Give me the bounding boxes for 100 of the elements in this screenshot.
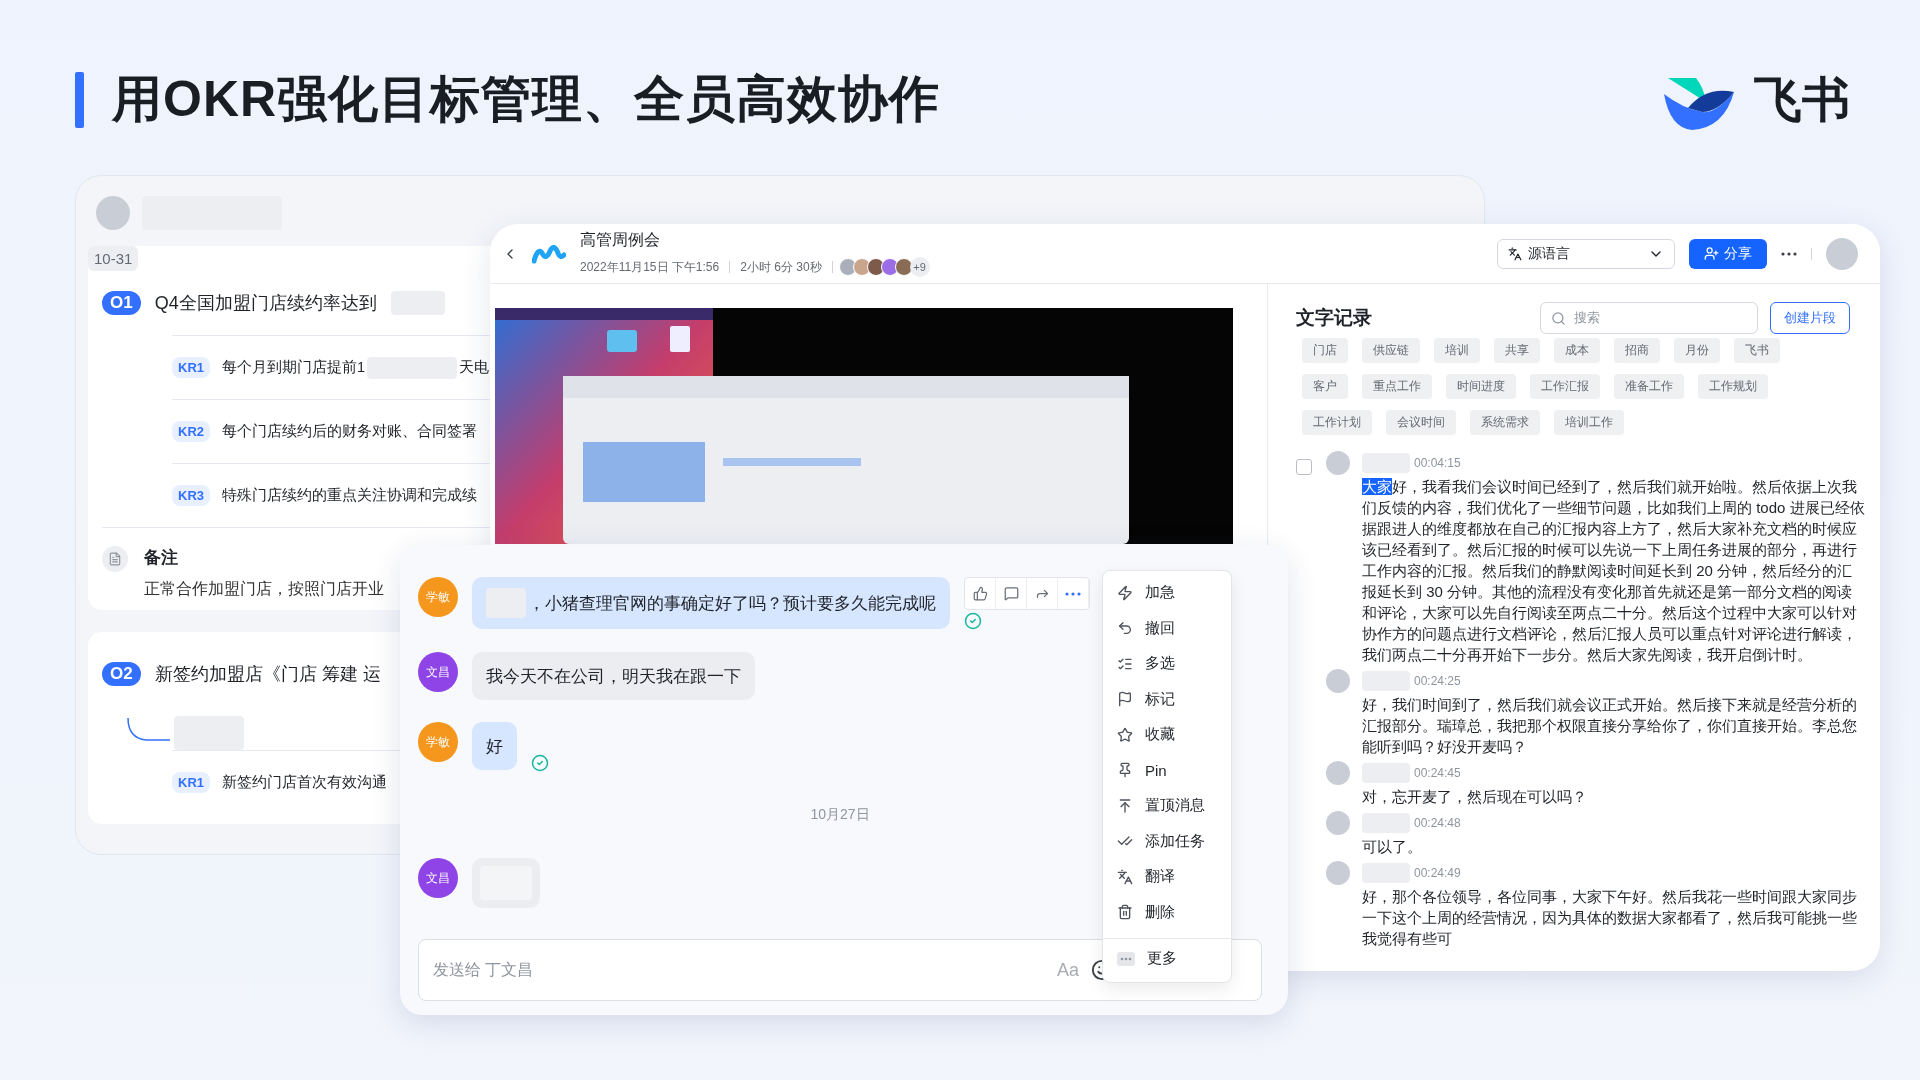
meeting-title: 高管周例会	[580, 230, 661, 250]
transcript-text: 好，我们时间到了，然后我们就会议正式开始。然后接下来就是经营分析的汇报部分。瑞璋总，我把那个权限直接分享给你了，你们直接开始。李总您能听到吗？好没开麦吗？	[1362, 695, 1858, 757]
document-icon	[102, 546, 128, 572]
objective-badge: O1	[102, 291, 141, 315]
key-result-badge: KR3	[172, 485, 210, 506]
menu-item-label: 收藏	[1145, 725, 1175, 745]
translate-icon	[1508, 246, 1522, 261]
timestamp: 00:24:25	[1414, 674, 1461, 688]
menu-item-label: 加急	[1145, 583, 1175, 603]
menu-item[interactable]: 收藏	[1103, 717, 1231, 753]
search-field[interactable]: 搜索	[1540, 302, 1758, 334]
sender-avatar: 学敏	[418, 722, 458, 762]
menu-item-label: 添加任务	[1145, 831, 1205, 851]
keyword-tag[interactable]: 工作汇报	[1530, 374, 1600, 399]
key-result-row[interactable]: KR1 每个月到期门店提前1 天电	[172, 335, 492, 399]
keyword-tag[interactable]: 时间进度	[1446, 374, 1516, 399]
keyword-tag[interactable]: 重点工作	[1362, 374, 1432, 399]
participant-avatar	[894, 258, 913, 276]
menu-item[interactable]: 撤回	[1103, 610, 1231, 646]
lightning-icon	[1117, 584, 1133, 601]
menu-item[interactable]: 置顶消息	[1103, 788, 1231, 824]
speaker-avatar	[1326, 811, 1350, 835]
menu-item-label: 撤回	[1145, 618, 1175, 638]
date-divider: 10月27日	[810, 806, 870, 824]
checkbox[interactable]	[1296, 459, 1312, 475]
user-avatar	[96, 196, 130, 230]
message-bubble: 我今天不在公司，明天我在跟一下	[472, 652, 755, 700]
search-icon	[1551, 310, 1566, 326]
timestamp: 00:24:49	[1414, 866, 1461, 880]
pin-to-top-icon	[1117, 797, 1133, 814]
menu-item[interactable]: Pin	[1103, 752, 1231, 788]
objective-title: Q4全国加盟门店续约率达到	[154, 292, 377, 315]
timestamp: 00:24:48	[1414, 816, 1461, 830]
more-icon	[1117, 951, 1135, 966]
thumbs-up-icon	[972, 586, 988, 601]
create-clip-button[interactable]: 创建片段	[1770, 302, 1850, 334]
key-result-text: 新签约门店首次有效沟通	[222, 773, 387, 792]
brand-name: 飞书	[1754, 71, 1850, 128]
message-bubble: ，小猪查理官网的事确定好了吗？预计要多久能完成呢	[472, 577, 950, 629]
speaker-avatar	[1326, 451, 1350, 475]
add-user-icon	[1704, 246, 1719, 261]
trash-icon	[1117, 904, 1133, 921]
title-accent-bar	[75, 71, 84, 128]
menu-item[interactable]: 多选	[1103, 646, 1231, 682]
language-dropdown[interactable]: 源语言	[1497, 238, 1675, 269]
menu-item[interactable]: 加急	[1103, 575, 1231, 611]
more-icon[interactable]	[1781, 251, 1797, 256]
key-result-text: 每个门店续约后的财务对账、合同签署	[222, 422, 477, 441]
speech-bubble-icon	[1003, 586, 1019, 601]
keyword-tag[interactable]: 共享	[1494, 338, 1540, 363]
keyword-tag[interactable]: 招商	[1614, 338, 1660, 363]
menu-item-label: 翻译	[1145, 867, 1175, 887]
keyword-tag[interactable]: 工作规划	[1698, 374, 1768, 399]
transcript-text: 大家好，我看我们会议时间已经到了，然后我们就开始啦。然后依据上次我们反馈的内容，我们优化了一些细节问题，比如我们上周的 todo 进展已经依据跟进人的维度都放在自己的汇报内容上方了，然后大家补充文档的时候应该已经看到了。然后汇报的时候可以先说一下上周任务进展的部分，再进行工作内容的汇报。然后我们的静默阅读时间延长到 20 分钟，然后经分的汇报延长到 30 分钟。其他的流程没有变化那首先就还是第一部分文档的阅读和评论，大家可以先自行阅读至两点二十分。然后这个过程中大家可以针对协作方的问题点进行文档评论，然后汇报人员可以重点针对评论进行解读，我们两点二十分再开始下一步分。然后大家先阅读，我开启倒计时。	[1362, 477, 1866, 665]
meeting-date: 2022年11月15日 下午1:56	[580, 258, 720, 276]
keyword-tag[interactable]: 培训	[1434, 338, 1480, 363]
keyword-tag[interactable]: 工作计划	[1302, 410, 1372, 435]
timestamp: 00:24:45	[1414, 766, 1461, 780]
key-result-text: 特殊门店续约的重点关注协调和完成续	[222, 486, 477, 505]
note-text: 正常合作加盟门店，按照门店开业	[144, 579, 384, 599]
menu-item[interactable]: 翻译	[1103, 859, 1231, 895]
timestamp: 00:04:15	[1414, 456, 1461, 470]
menu-item-label: 多选	[1145, 654, 1175, 674]
note-label: 备注	[144, 547, 179, 569]
menu-item-label: 更多	[1147, 949, 1177, 968]
transcript-text: 对，忘开麦了，然后现在可以吗？	[1362, 787, 1588, 807]
more-icon	[1065, 591, 1081, 596]
page-title: 用OKR强化目标管理、全员高效协作	[112, 70, 941, 129]
keyword-tag[interactable]: 会议时间	[1386, 410, 1456, 435]
participant-count[interactable]: +9	[909, 257, 930, 277]
menu-item[interactable]: 标记	[1103, 681, 1231, 717]
share-button[interactable]: 分享	[1689, 238, 1767, 269]
keyword-tag[interactable]: 准备工作	[1614, 374, 1684, 399]
speaker-avatar	[1326, 861, 1350, 885]
key-result-badge: KR1	[172, 772, 210, 793]
key-result-badge: KR2	[172, 421, 210, 442]
date-label: 10-31	[88, 246, 139, 271]
sender-avatar: 文昌	[418, 652, 458, 692]
keyword-tag[interactable]: 飞书	[1734, 338, 1780, 363]
participant-avatar	[838, 258, 857, 276]
keyword-tag[interactable]: 门店	[1302, 338, 1348, 363]
menu-item[interactable]: 添加任务	[1103, 823, 1231, 859]
speaker-avatar	[1326, 669, 1350, 693]
undo-icon	[1117, 620, 1133, 637]
keyword-tag[interactable]: 月份	[1674, 338, 1720, 363]
keyword-tag[interactable]: 培训工作	[1554, 410, 1624, 435]
transcript-text: 好，那个各位领导，各位同事，大家下午好。然后我花一些时间跟大家同步一下这个上周的经营情况，因为具体的数据大家都看了，然后我可能挑一些我觉得有些可	[1362, 887, 1858, 949]
keyword-tag[interactable]: 系统需求	[1470, 410, 1540, 435]
menu-item[interactable]: 删除	[1103, 894, 1231, 930]
menu-item-label: 置顶消息	[1145, 796, 1205, 816]
transcript-text: 可以了。	[1362, 837, 1423, 857]
keyword-tag[interactable]: 客户	[1302, 374, 1348, 399]
keyword-tag[interactable]: 成本	[1554, 338, 1600, 363]
sender-avatar: 文昌	[418, 858, 458, 898]
keyword-tag[interactable]: 供应链	[1362, 338, 1420, 363]
star-icon	[1117, 726, 1133, 743]
flag-icon	[1117, 691, 1133, 708]
app-logo-icon	[532, 242, 566, 265]
menu-item-label: Pin	[1145, 761, 1167, 779]
key-result-text: 每个月到期门店提前1	[222, 358, 366, 377]
